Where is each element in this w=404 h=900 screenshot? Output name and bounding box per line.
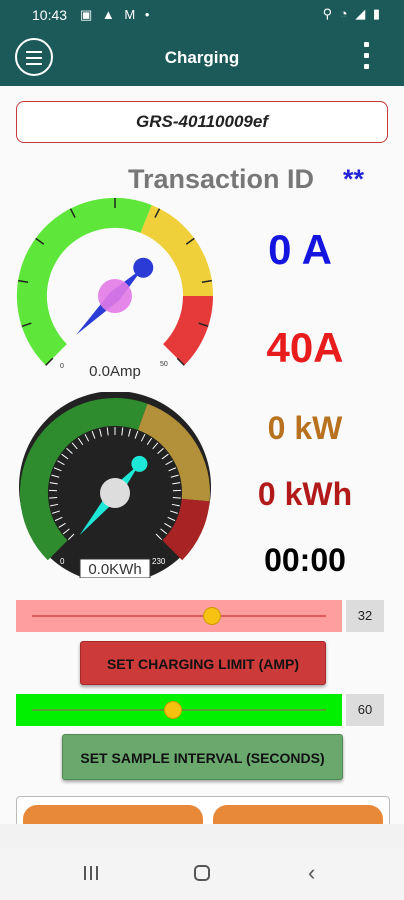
navigation-bar: ‹ (0, 848, 404, 900)
amp-needle-tip (133, 257, 154, 278)
transaction-label: Transaction ID (128, 164, 315, 194)
back-icon[interactable]: ‹ (308, 860, 315, 886)
energy-reading: 0 kWh (257, 476, 353, 512)
elapsed-time: 00:00 (264, 542, 346, 578)
gauge-tick (172, 497, 181, 499)
set-sample-interval-button[interactable]: SET SAMPLE INTERVAL (SECONDS) (62, 734, 343, 780)
amp-gauge-max-label: 50 (160, 361, 168, 368)
page-title: Charging (164, 48, 240, 67)
app-bar: Charging (0, 30, 404, 86)
sample-interval-slider[interactable] (16, 694, 342, 726)
gauge-tick (49, 497, 58, 499)
action-button-right[interactable] (213, 805, 383, 824)
overflow-menu-icon[interactable] (364, 42, 370, 72)
charging-limit-value: 32 (346, 600, 384, 632)
system-icons: ⚲ ◔ ◢ ▮ (322, 6, 382, 21)
kwh-gauge: 0 230 0.0KWh (19, 392, 211, 578)
transaction-value: ** (343, 164, 365, 194)
main-content: GRS-40110009ef Transaction ID ** 0 50 0.… (0, 86, 404, 824)
recent-apps-icon[interactable] (82, 866, 100, 882)
power-reading: 0 kW (267, 410, 343, 446)
kwh-gauge-readout: 0.0KWh (88, 561, 141, 578)
status-time: 10:43 (32, 7, 68, 23)
charging-limit-track (32, 615, 326, 617)
current-reading: 0 A (268, 226, 332, 273)
charger-id-field[interactable]: GRS-40110009ef (16, 101, 388, 143)
kwh-needle-tip (131, 455, 148, 472)
notification-icons: ▣ ▲ M • (80, 7, 153, 22)
sample-interval-value: 60 (346, 694, 384, 726)
action-card (16, 796, 390, 824)
set-charging-limit-button[interactable]: SET CHARGING LIMIT (AMP) (80, 641, 326, 685)
charging-limit-thumb[interactable] (203, 607, 222, 625)
amp-gauge-hub (98, 279, 132, 313)
amp-gauge: 0 50 0.0Amp (16, 198, 213, 380)
kwh-gauge-max-label: 230 (152, 557, 166, 566)
home-icon[interactable] (194, 865, 210, 881)
status-bar: 10:43 ▣ ▲ M • ⚲ ◔ ◢ ▮ (0, 0, 404, 30)
amp-gauge-yellow-band (139, 205, 213, 297)
sample-interval-thumb[interactable] (164, 701, 183, 719)
max-current-reading: 40A (266, 324, 344, 371)
action-button-left[interactable] (23, 805, 203, 824)
amp-gauge-min-label: 0 (60, 363, 64, 370)
amp-gauge-red-band (162, 295, 213, 366)
kwh-gauge-min-label: 0 (60, 557, 65, 566)
kwh-gauge-hub (100, 478, 130, 508)
charging-limit-slider[interactable] (16, 600, 342, 632)
amp-gauge-readout: 0.0Amp (89, 363, 141, 380)
